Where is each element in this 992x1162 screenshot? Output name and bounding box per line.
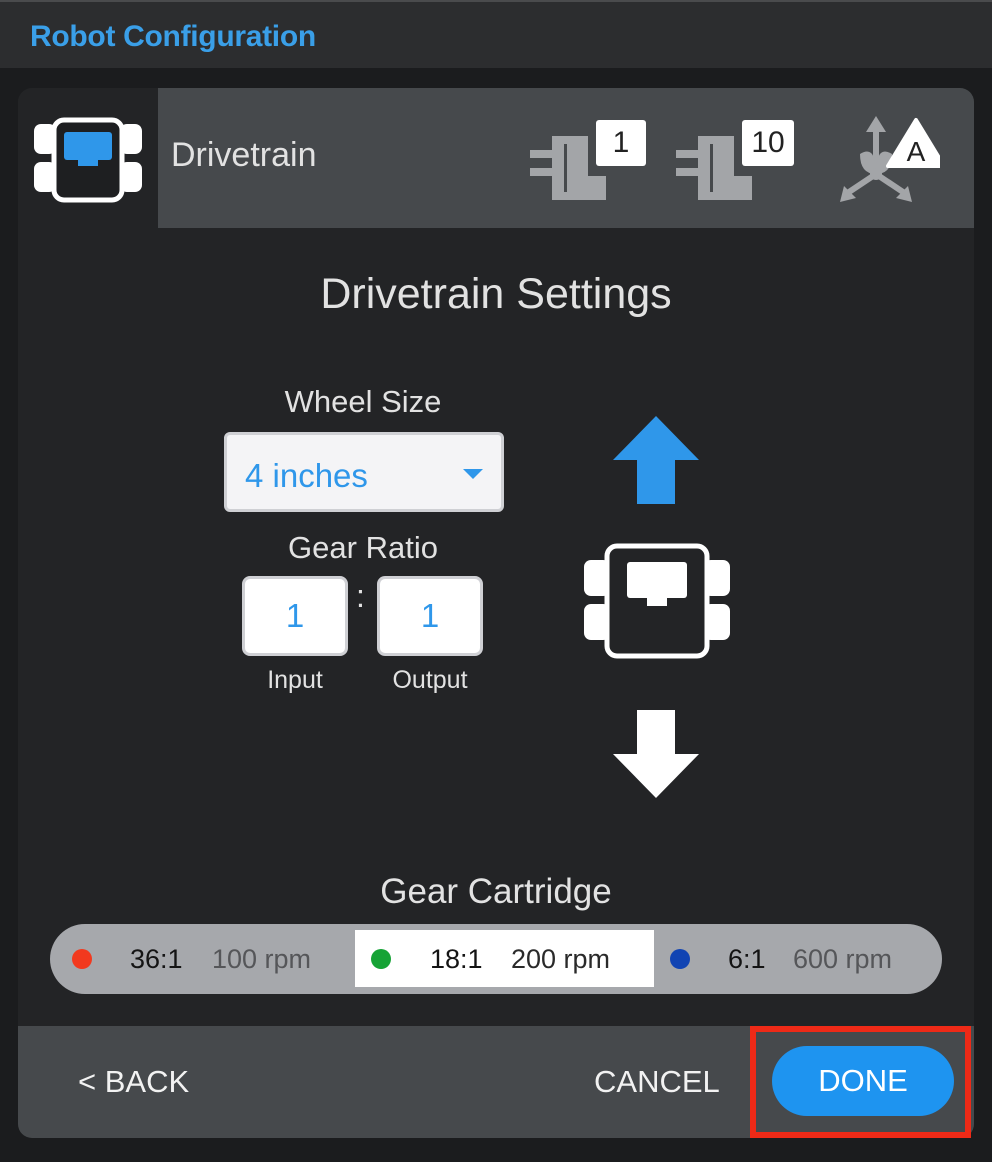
cancel-button[interactable]: CANCEL — [594, 1064, 720, 1100]
forward-direction-arrow-icon — [613, 416, 699, 504]
app-title: Robot Configuration — [30, 20, 316, 53]
cartridge-rpm: 100 rpm — [212, 944, 312, 974]
drivetrain-icon — [34, 117, 142, 203]
gear-ratio-label: Gear Ratio — [288, 530, 438, 565]
motor-port-10-button[interactable]: 10 — [674, 114, 794, 209]
device-header: Drivetrain 1 10 A — [158, 88, 974, 228]
wheel-size-label: Wheel Size — [284, 384, 442, 419]
motor-port-1-button[interactable]: 1 — [528, 114, 648, 209]
gear-cartridge-selector: 36:1 100 rpm 18:1 200 rpm 6:1 600 rpm — [50, 924, 942, 994]
red-dot-icon — [72, 949, 92, 969]
device-title: Drivetrain — [171, 136, 317, 174]
cartridge-option-18-1[interactable]: 18:1 200 rpm — [355, 930, 654, 987]
input-caption: Input — [267, 666, 323, 694]
robot-top-view-icon — [584, 543, 730, 659]
wheel-size-select[interactable]: 4 inches — [224, 432, 504, 512]
ratio-separator: : — [356, 578, 365, 614]
port-badge: A — [906, 136, 926, 167]
gear-ratio-input-field[interactable]: 1 — [242, 576, 348, 656]
back-button[interactable]: < BACK — [78, 1064, 189, 1100]
done-button[interactable]: DONE — [772, 1046, 954, 1116]
settings-title: Drivetrain Settings — [320, 270, 672, 318]
cartridge-rpm: 200 rpm — [511, 944, 611, 974]
config-panel: Drivetrain 1 10 A Drivetrain Settings Wh… — [18, 88, 974, 1138]
title-bar: Robot Configuration — [0, 0, 992, 68]
port-badge: 1 — [596, 120, 646, 166]
chevron-down-icon — [463, 469, 483, 479]
port-badge: 10 — [742, 120, 794, 166]
blue-dot-icon — [670, 949, 690, 969]
gyro-port-a-button[interactable]: A — [820, 114, 946, 211]
output-caption: Output — [392, 666, 468, 694]
cartridge-ratio: 18:1 — [430, 944, 483, 974]
cartridge-rpm: 600 rpm — [793, 944, 893, 974]
cartridge-option-6-1[interactable]: 6:1 600 rpm — [654, 924, 942, 994]
gear-ratio-output-field[interactable]: 1 — [377, 576, 483, 656]
drivetrain-device-button[interactable] — [18, 88, 158, 228]
reverse-direction-arrow-icon — [613, 710, 699, 798]
footer-bar: < BACK CANCEL DONE — [18, 1026, 974, 1138]
gear-cartridge-title: Gear Cartridge — [380, 872, 612, 911]
cartridge-option-36-1[interactable]: 36:1 100 rpm — [50, 924, 355, 994]
wheel-size-value: 4 inches — [245, 457, 368, 494]
cartridge-ratio: 6:1 — [728, 944, 766, 974]
green-dot-icon — [371, 949, 391, 969]
cartridge-ratio: 36:1 — [130, 944, 183, 974]
